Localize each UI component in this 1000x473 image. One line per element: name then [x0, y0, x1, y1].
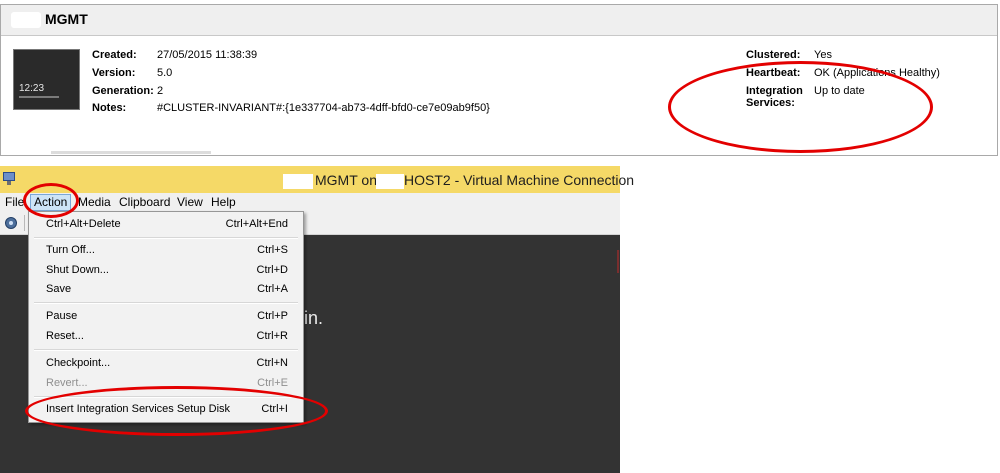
- menu-item-shortcut: Ctrl+P: [257, 310, 288, 322]
- created-value: 27/05/2015 11:38:39: [157, 49, 258, 61]
- menu-item-label: Reset...: [46, 330, 84, 342]
- menu-item-shortcut: Ctrl+N: [256, 357, 288, 369]
- generation-label: Generation:: [92, 85, 154, 97]
- notes-label: Notes:: [92, 102, 127, 114]
- monitor-stand-icon: [7, 181, 11, 185]
- toolbar-separator: [24, 215, 25, 231]
- menu-item-shortcut: Ctrl+Alt+End: [225, 218, 288, 230]
- display-edge-mark: [617, 250, 619, 273]
- notes-value: #CLUSTER-INVARIANT#:{1e337704-ab73-4dff-…: [157, 102, 490, 114]
- clustered-label: Clustered:: [746, 49, 801, 61]
- clustered-value: Yes: [814, 49, 832, 61]
- menu-item-ctrl-alt-delete[interactable]: Ctrl+Alt+Delete Ctrl+Alt+End: [29, 214, 303, 234]
- menu-item-shortcut: Ctrl+D: [256, 264, 288, 276]
- menu-item-checkpoint[interactable]: Checkpoint... Ctrl+N: [29, 353, 303, 373]
- menu-item-label: Pause: [46, 310, 78, 322]
- menu-media[interactable]: Media: [75, 195, 114, 210]
- menu-item-label: Save: [46, 283, 72, 295]
- menu-item-label: Turn Off...: [46, 244, 95, 256]
- menu-item-reset[interactable]: Reset... Ctrl+R: [29, 326, 303, 346]
- vm-name-title: MGMT: [45, 11, 88, 27]
- menu-clipboard[interactable]: Clipboard: [116, 195, 173, 210]
- thumbnail-subtext: [19, 96, 59, 98]
- menu-item-shortcut: Ctrl+R: [256, 330, 288, 342]
- menu-separator: [34, 237, 298, 239]
- ctrl-alt-del-icon[interactable]: [4, 216, 18, 230]
- created-label: Created:: [92, 49, 137, 61]
- redacted-vm-name: [283, 174, 313, 189]
- login-prompt-text: in.: [304, 308, 324, 328]
- menu-separator: [34, 349, 298, 351]
- menu-item-turn-off[interactable]: Turn Off... Ctrl+S: [29, 240, 303, 260]
- menu-item-shortcut: Ctrl+S: [257, 244, 288, 256]
- details-header: MGMT: [1, 5, 997, 36]
- menu-help[interactable]: Help: [208, 195, 239, 210]
- menu-item-save[interactable]: Save Ctrl+A: [29, 279, 303, 299]
- window-title-host: HOST2 - Virtual Machine Connection: [404, 172, 635, 188]
- menu-item-shortcut: Ctrl+A: [257, 283, 288, 295]
- menu-view[interactable]: View: [174, 195, 206, 210]
- menu-bar: File Action Media Clipboard View Help: [0, 193, 620, 212]
- thumbnail-clock: 12:23: [19, 83, 45, 94]
- version-label: Version:: [92, 67, 136, 79]
- menu-item-label: Revert...: [46, 377, 88, 389]
- vm-thumbnail[interactable]: 12:23: [13, 49, 80, 110]
- window-titlebar[interactable]: MGMT on HOST2 - Virtual Machine Connecti…: [0, 166, 634, 193]
- menu-separator: [34, 302, 298, 304]
- annotation-ellipse-integration-services: [668, 61, 933, 153]
- window-title-vm: MGMT on: [315, 172, 377, 188]
- vm-connect-app-icon[interactable]: [3, 172, 15, 186]
- annotation-ellipse-insert-disk: [25, 386, 328, 436]
- panel-tab-strip: [51, 151, 211, 154]
- menu-item-shut-down[interactable]: Shut Down... Ctrl+D: [29, 260, 303, 280]
- annotation-ellipse-action-menu: [23, 183, 79, 218]
- monitor-icon: [3, 172, 15, 181]
- menu-item-pause[interactable]: Pause Ctrl+P: [29, 306, 303, 326]
- redacted-name: [11, 12, 41, 28]
- menu-item-label: Shut Down...: [46, 264, 109, 276]
- generation-value: 2: [157, 85, 164, 97]
- version-value: 5.0: [157, 67, 173, 79]
- redacted-host-name: [376, 174, 404, 189]
- menu-item-label: Checkpoint...: [46, 357, 111, 369]
